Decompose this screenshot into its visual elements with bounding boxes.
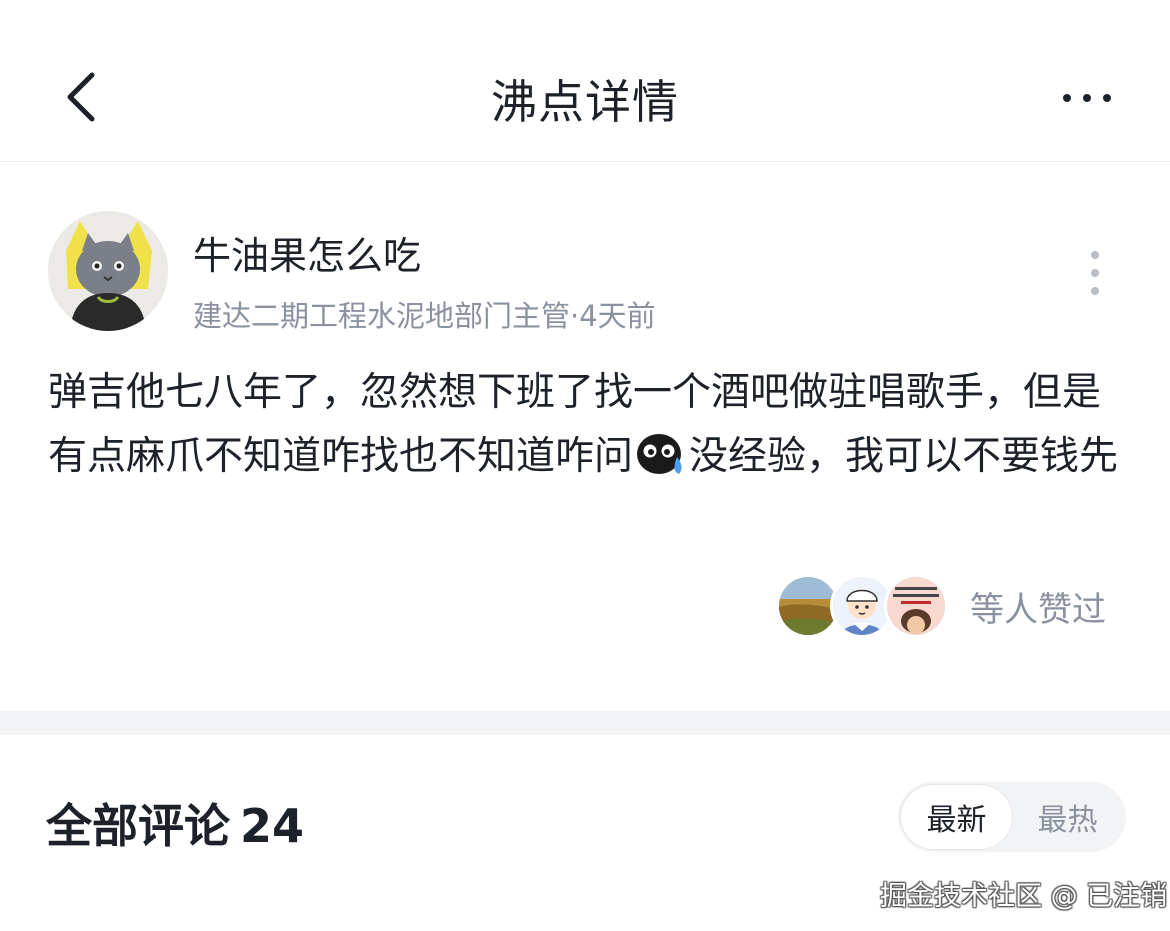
author-meta: 建达二期工程水泥地部门主管·4天前: [193, 299, 656, 333]
comments-title: 全部评论 24: [46, 790, 304, 856]
watermark: 掘金技术社区 @ 已注销: [880, 881, 1168, 912]
section-divider: [0, 711, 1170, 735]
page-title: 沸点详情: [491, 75, 679, 129]
cartoon-boy-avatar-image: [833, 577, 891, 635]
post-card: 牛油果怎么吃 建达二期工程水泥地部门主管·4天前 弹吉他七八年了，忽然想下班了找…: [0, 163, 1170, 711]
comment-sort-toggle: 最新 最热: [898, 782, 1126, 852]
gray-cat-avatar-image: [48, 211, 168, 331]
more-horizontal-icon: [1063, 94, 1071, 102]
crying-face-emoji: [635, 431, 687, 497]
sort-newest-button[interactable]: 最新: [901, 785, 1012, 849]
more-vertical-icon: [1091, 251, 1099, 259]
likers-label: 等人赞过: [970, 589, 1106, 630]
post-text-part-2: 没经验，我可以不要钱先: [689, 434, 1119, 479]
sort-hottest-button[interactable]: 最热: [1012, 785, 1123, 849]
top-navigation-bar: 沸点详情: [0, 0, 1170, 162]
liker-avatar-3[interactable]: [884, 574, 948, 638]
likers-row[interactable]: 等人赞过: [776, 574, 1106, 638]
meme-text-avatar-image: [887, 577, 945, 635]
landscape-avatar-image: [779, 577, 837, 635]
comments-count: 24: [240, 799, 305, 853]
more-button[interactable]: [1050, 80, 1124, 116]
author-name[interactable]: 牛油果怎么吃: [193, 225, 421, 280]
author-avatar[interactable]: [48, 211, 168, 331]
comments-header: 全部评论 24 最新 最热 掘金技术社区 @ 已注销: [0, 735, 1170, 931]
post-content: 弹吉他七八年了，忽然想下班了找一个酒吧做驻唱歌手，但是有点麻爪不知道咋找也不知道…: [48, 361, 1128, 497]
comments-title-label: 全部评论: [46, 799, 230, 853]
post-menu-button[interactable]: [1078, 251, 1112, 295]
